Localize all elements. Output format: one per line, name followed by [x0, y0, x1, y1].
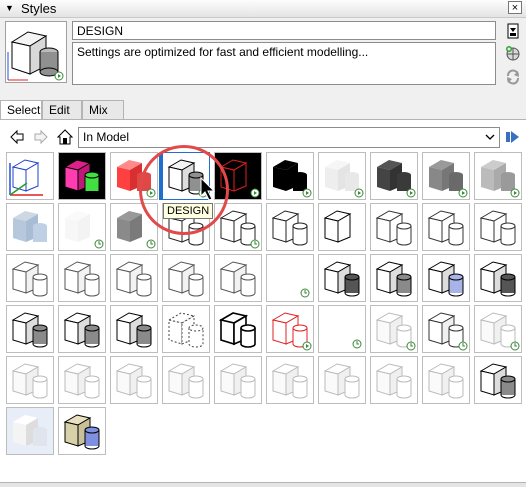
style-thumbnail-faint-box-8[interactable]: [370, 356, 418, 404]
style-thumbnail-red-outline[interactable]: [266, 305, 314, 353]
panel-title: Styles: [21, 1, 57, 16]
style-thumbnail-blue-cyl[interactable]: [422, 254, 470, 302]
tooltip: DESIGN: [163, 203, 214, 219]
style-thumbnail-rgb-outline[interactable]: [6, 152, 54, 200]
style-thumbnail-faint-box-6[interactable]: [266, 356, 314, 404]
tab-select[interactable]: Select: [0, 100, 42, 120]
style-thumbnail-gray-solid[interactable]: [422, 152, 470, 200]
style-thumbnail-black-outline[interactable]: [214, 305, 262, 353]
style-thumbnail-black-solid[interactable]: [266, 152, 314, 200]
bottom-edge: [0, 482, 526, 487]
back-arrow-icon[interactable]: [9, 129, 25, 145]
refresh-icon[interactable]: [505, 69, 521, 85]
close-button[interactable]: ×: [508, 1, 522, 14]
style-thumbnail-faint-box-3[interactable]: [110, 356, 158, 404]
forward-arrow-icon[interactable]: [33, 129, 49, 145]
style-thumbnail-box-outline[interactable]: [422, 305, 470, 353]
mouse-pointer-icon: [200, 177, 216, 201]
style-thumbnail-gray-faint[interactable]: [58, 356, 106, 404]
style-thumbnail-blob-outline[interactable]: [318, 203, 366, 251]
style-thumbnail-sketch-cube-2[interactable]: [266, 203, 314, 251]
style-thumbnail-dark-cyl-2[interactable]: [474, 254, 522, 302]
style-thumbnail-faint-box-7[interactable]: [318, 356, 366, 404]
tab-edit[interactable]: Edit: [42, 100, 82, 119]
style-thumbnail-magenta-green[interactable]: [58, 152, 106, 200]
style-thumbnail-light-gray[interactable]: [474, 152, 522, 200]
chevron-down-icon[interactable]: [484, 131, 496, 143]
collection-dropdown[interactable]: In Model: [78, 127, 500, 148]
home-icon[interactable]: [57, 129, 73, 145]
collection-dropdown-value: In Model: [83, 130, 130, 144]
collection-navigation: In Model: [0, 125, 526, 149]
style-thumbnail-cyl-faint[interactable]: [162, 254, 210, 302]
title-bar[interactable]: ▼ Styles ×: [0, 0, 526, 18]
collapse-triangle-icon[interactable]: ▼: [5, 3, 14, 13]
style-thumbnail-dark-solid[interactable]: [370, 152, 418, 200]
style-thumbnail-gray-cyl-6[interactable]: [474, 356, 522, 404]
style-thumbnail-cyl-faint-2[interactable]: [214, 254, 262, 302]
style-thumbnail-cyl-outline[interactable]: [6, 254, 54, 302]
style-thumbnail-gray-cyl[interactable]: [370, 254, 418, 302]
style-thumbnail-gray-cyl-3[interactable]: [6, 305, 54, 353]
style-thumbnail-dashed-cube[interactable]: [162, 305, 210, 353]
style-preview-thumbnail: [5, 21, 67, 83]
create-new-style-icon[interactable]: [505, 45, 521, 61]
style-thumbnail-sketch-box[interactable]: [422, 203, 470, 251]
style-description-input[interactable]: Settings are optimized for fast and effi…: [72, 42, 496, 85]
style-thumbnail-cyl-outline-3[interactable]: [110, 254, 158, 302]
style-thumbnail-empty-green[interactable]: [266, 254, 314, 302]
style-thumbnail-faint-box-5[interactable]: [214, 356, 262, 404]
style-thumbnail-gray-cyl-5[interactable]: [110, 305, 158, 353]
style-name-input[interactable]: DESIGN: [72, 21, 496, 40]
style-thumbnail-white-soft[interactable]: [318, 152, 366, 200]
style-thumbnail-gray-cyl-4[interactable]: [58, 305, 106, 353]
style-thumbnail-faint-box[interactable]: [370, 305, 418, 353]
style-thumbnail-blue-soft[interactable]: [6, 203, 54, 251]
details-arrow-icon[interactable]: [505, 129, 521, 145]
style-thumbnail-faint-box-2[interactable]: [6, 356, 54, 404]
style-thumbnail-cyl-outline-2[interactable]: [58, 254, 106, 302]
style-thumbnail-faint-cyl[interactable]: [474, 305, 522, 353]
style-thumbnail-tan-blue-cyl[interactable]: [58, 407, 106, 455]
style-thumbnail-sketch-box-2[interactable]: [474, 203, 522, 251]
tab-mix[interactable]: Mix: [82, 100, 124, 119]
style-thumbnail-sketch-cyl[interactable]: [370, 203, 418, 251]
style-thumbnail-white-faint[interactable]: [58, 203, 106, 251]
style-thumbnail-photo-soft[interactable]: [6, 407, 54, 455]
update-style-icon[interactable]: [505, 23, 521, 39]
style-thumbnail-dark-cyl[interactable]: [318, 254, 366, 302]
style-thumbnail-empty-green-2[interactable]: [318, 305, 366, 353]
style-thumbnail-faint-box-4[interactable]: [162, 356, 210, 404]
style-thumbnail-faint-box-9[interactable]: [422, 356, 470, 404]
